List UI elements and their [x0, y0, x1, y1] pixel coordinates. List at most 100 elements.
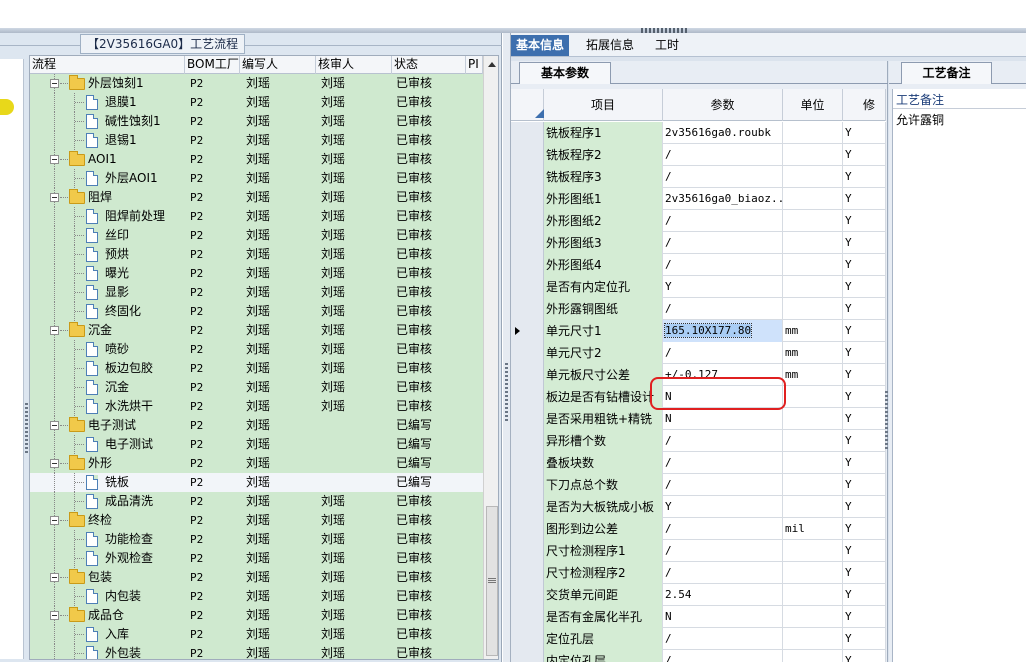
tree-row[interactable]: 内包装 P2 刘瑶 刘瑶 已审核	[30, 587, 483, 606]
item-cell[interactable]: 铣板程序1	[544, 122, 663, 144]
grid-row[interactable]: 单元尺寸2/mm Y	[511, 342, 886, 364]
tree-row[interactable]: 碱性蚀刻1 P2 刘瑶 刘瑶 已审核	[30, 112, 483, 131]
tree-row[interactable]: 丝印 P2 刘瑶 刘瑶 已审核	[30, 226, 483, 245]
param-cell[interactable]: N	[663, 408, 783, 430]
grid-row[interactable]: 下刀点总个数 / Y	[511, 474, 886, 496]
row-selector[interactable]	[511, 540, 544, 562]
grid-row[interactable]: 单元尺寸1 165.10X177.80 mm Y	[511, 320, 886, 342]
grid-row[interactable]: 外形露铜图纸 / Y	[511, 298, 886, 320]
item-cell[interactable]: 铣板程序2	[544, 144, 663, 166]
item-cell[interactable]: 尺寸检测程序1	[544, 540, 663, 562]
item-cell[interactable]: 是否为大板铣成小板	[544, 496, 663, 518]
param-cell[interactable]: /	[663, 144, 783, 166]
grid-row[interactable]: 内定位孔层 / Y	[511, 650, 886, 662]
collapse-toggle-icon[interactable]	[50, 421, 59, 430]
param-cell[interactable]: 2.54	[663, 584, 783, 606]
row-selector[interactable]	[511, 254, 544, 276]
param-cell[interactable]: /	[663, 254, 783, 276]
item-cell[interactable]: 外形图纸4	[544, 254, 663, 276]
grid-corner[interactable]	[511, 89, 544, 121]
item-cell[interactable]: 板边是否有钻槽设计	[544, 386, 663, 408]
splitter-grip[interactable]	[885, 391, 888, 451]
tree-row[interactable]: 曝光 P2 刘瑶 刘瑶 已审核	[30, 264, 483, 283]
unit-cell[interactable]	[783, 276, 843, 298]
item-cell[interactable]: 定位孔层	[544, 628, 663, 650]
grid-row[interactable]: 是否有金属化半孔 N Y	[511, 606, 886, 628]
item-cell[interactable]: 是否有内定位孔	[544, 276, 663, 298]
row-selector[interactable]	[511, 650, 544, 662]
modify-cell[interactable]: Y	[843, 298, 886, 320]
row-selector[interactable]	[511, 496, 544, 518]
grid-row[interactable]: 外形图纸2/ Y	[511, 210, 886, 232]
col-header-bom[interactable]: BOM工厂	[185, 56, 240, 74]
tree-row[interactable]: 板边包胶 P2 刘瑶 刘瑶 已审核	[30, 359, 483, 378]
unit-cell[interactable]	[783, 298, 843, 320]
row-selector[interactable]	[511, 430, 544, 452]
unit-cell[interactable]	[783, 628, 843, 650]
unit-cell[interactable]	[783, 496, 843, 518]
unit-cell[interactable]: mm	[783, 320, 843, 342]
tree-row[interactable]: 电子测试 P2 刘瑶 已编写	[30, 435, 483, 454]
tree-row[interactable]: 水洗烘干 P2 刘瑶 刘瑶 已审核	[30, 397, 483, 416]
collapse-toggle-icon[interactable]	[50, 459, 59, 468]
modify-cell[interactable]: Y	[843, 166, 886, 188]
row-selector[interactable]	[511, 122, 544, 144]
row-selector[interactable]	[511, 298, 544, 320]
grid-row[interactable]: 叠板块数 / Y	[511, 452, 886, 474]
param-cell[interactable]: /	[663, 474, 783, 496]
modify-cell[interactable]: Y	[843, 496, 886, 518]
item-cell[interactable]: 图形到边公差	[544, 518, 663, 540]
collapse-toggle-icon[interactable]	[50, 326, 59, 335]
param-cell[interactable]: /	[663, 342, 783, 364]
grid-row[interactable]: 铣板程序2/ Y	[511, 144, 886, 166]
tree-row[interactable]: 显影 P2 刘瑶 刘瑶 已审核	[30, 283, 483, 302]
collapse-toggle-icon[interactable]	[50, 155, 59, 164]
tree-row[interactable]: 外形 P2 刘瑶 已编写	[30, 454, 483, 473]
param-cell[interactable]: /	[663, 452, 783, 474]
param-cell[interactable]: /	[663, 562, 783, 584]
modify-cell[interactable]: Y	[843, 210, 886, 232]
param-cell[interactable]: /	[663, 540, 783, 562]
modify-cell[interactable]: Y	[843, 430, 886, 452]
modify-cell[interactable]: Y	[843, 518, 886, 540]
param-cell[interactable]: 2v35616ga0.roubk	[663, 122, 783, 144]
grid-row[interactable]: 定位孔层 / Y	[511, 628, 886, 650]
row-selector[interactable]	[511, 386, 544, 408]
modify-cell[interactable]: Y	[843, 188, 886, 210]
tree-row[interactable]: 终检 P2 刘瑶 刘瑶 已审核	[30, 511, 483, 530]
collapse-toggle-icon[interactable]	[50, 573, 59, 582]
tree-row[interactable]: 退锡1 P2 刘瑶 刘瑶 已审核	[30, 131, 483, 150]
tree-row[interactable]: 外观检查 P2 刘瑶 刘瑶 已审核	[30, 549, 483, 568]
grid-row[interactable]: 是否为大板铣成小板 Y Y	[511, 496, 886, 518]
modify-cell[interactable]: Y	[843, 254, 886, 276]
row-selector[interactable]	[511, 518, 544, 540]
param-cell[interactable]: /	[663, 430, 783, 452]
item-cell[interactable]: 外形图纸2	[544, 210, 663, 232]
item-cell[interactable]: 单元尺寸1	[544, 320, 663, 342]
col-header-pi[interactable]: PI	[466, 56, 483, 74]
unit-cell[interactable]	[783, 430, 843, 452]
grid-row[interactable]: 外形图纸4/ Y	[511, 254, 886, 276]
modify-cell[interactable]: Y	[843, 584, 886, 606]
tab-extended-info[interactable]: 拓展信息	[581, 35, 639, 56]
row-selector[interactable]	[511, 364, 544, 386]
modify-cell[interactable]: Y	[843, 650, 886, 662]
notes-text[interactable]: 允许露铜	[896, 111, 944, 128]
param-cell[interactable]: /	[663, 518, 783, 540]
row-selector[interactable]	[511, 210, 544, 232]
panel-splitter[interactable]	[503, 33, 511, 662]
modify-cell[interactable]: Y	[843, 540, 886, 562]
grid-row[interactable]: 是否采用粗铣+精铣 N Y	[511, 408, 886, 430]
unit-cell[interactable]	[783, 606, 843, 628]
grid-row[interactable]: 是否有内定位孔 Y Y	[511, 276, 886, 298]
tree-row[interactable]: 外层AOI1 P2 刘瑶 刘瑶 已审核	[30, 169, 483, 188]
item-cell[interactable]: 异形槽个数	[544, 430, 663, 452]
modify-cell[interactable]: Y	[843, 144, 886, 166]
collapse-toggle-icon[interactable]	[50, 611, 59, 620]
tab-basic-info[interactable]: 基本信息	[511, 35, 570, 56]
col-header-item[interactable]: 项目	[544, 89, 663, 121]
item-cell[interactable]: 外形图纸3	[544, 232, 663, 254]
item-cell[interactable]: 单元板尺寸公差	[544, 364, 663, 386]
col-header-unit[interactable]: 单位	[783, 89, 843, 121]
unit-cell[interactable]	[783, 562, 843, 584]
